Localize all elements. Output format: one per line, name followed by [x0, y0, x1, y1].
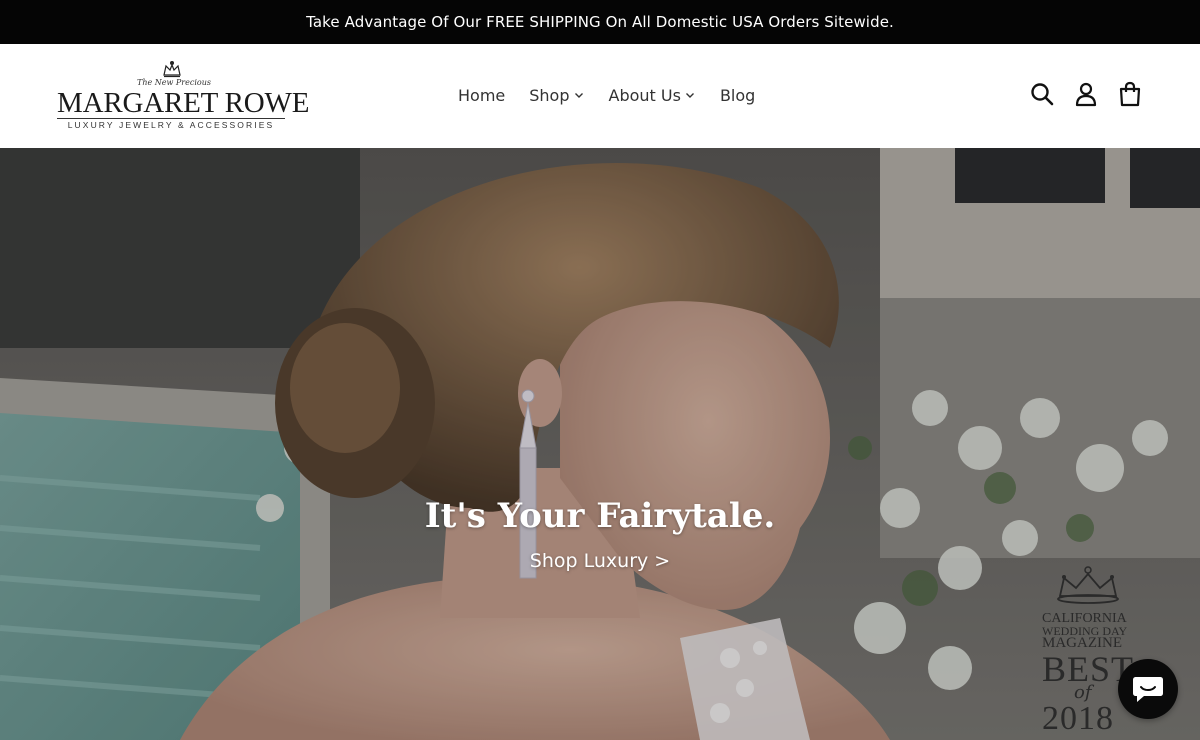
logo-subtitle: LUXURY JEWELRY & ACCESSORIES	[67, 120, 275, 130]
header-actions	[1012, 80, 1144, 108]
nav-item-about-us[interactable]: About Us	[609, 86, 696, 105]
nav-item-label: Shop	[529, 85, 570, 105]
chat-icon	[1133, 677, 1163, 702]
shop-luxury-link[interactable]: Shop Luxury >	[0, 550, 1200, 572]
shop-luxury-label: Shop Luxury >	[529, 550, 671, 572]
hero-overlay	[0, 148, 1200, 740]
nav-item-label: Home	[458, 85, 506, 105]
nav-item-shop[interactable]: Shop	[529, 86, 584, 105]
nav-item-label: Blog	[719, 85, 756, 105]
logo-name: MARGARET ROWE	[57, 87, 310, 119]
main-nav: Home Shop About Us Blog	[458, 82, 755, 108]
cart-icon[interactable]	[1116, 80, 1144, 108]
nav-item-blog[interactable]: Blog	[720, 86, 755, 105]
award-badge: CALIFORNIA WEDDING DAY MAGAZINE BEST of …	[1040, 566, 1140, 740]
account-icon[interactable]	[1072, 80, 1100, 108]
logo[interactable]: The New Precious MARGARET ROWE LUXURY JE…	[57, 58, 310, 134]
chevron-down-icon	[685, 93, 694, 98]
logo-tagline: The New Precious	[137, 78, 211, 87]
hero-title: It's Your Fairytale.	[424, 496, 776, 536]
site-header: The New Precious MARGARET ROWE LUXURY JE…	[0, 44, 1200, 148]
announcement-text: Take Advantage Of Our FREE SHIPPING On A…	[306, 13, 894, 31]
chevron-down-icon	[574, 93, 583, 98]
nav-item-home[interactable]: Home	[458, 86, 505, 105]
hero-banner: It's Your Fairytale. Shop Luxury > CALIF…	[0, 148, 1200, 740]
announcement-bar: Take Advantage Of Our FREE SHIPPING On A…	[0, 0, 1200, 44]
crown-icon	[1057, 566, 1119, 604]
crown-icon	[163, 61, 181, 78]
award-year: 2018	[1042, 700, 1114, 737]
logo-divider	[57, 118, 285, 119]
nav-item-label: About Us	[608, 85, 681, 105]
chat-button[interactable]	[1118, 659, 1178, 719]
search-icon[interactable]	[1028, 80, 1056, 108]
